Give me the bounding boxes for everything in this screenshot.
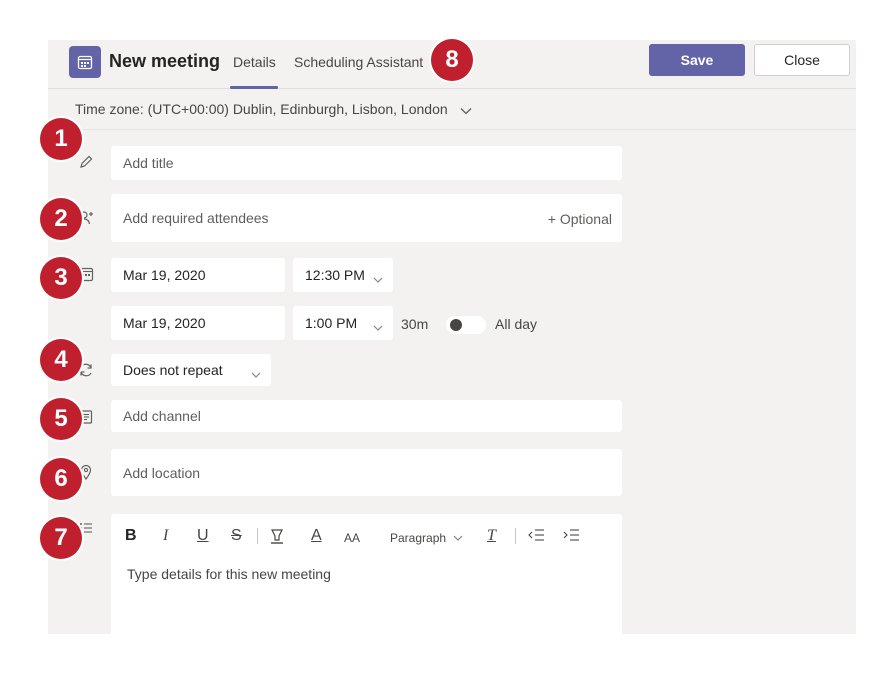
toolbar-separator <box>257 528 258 544</box>
all-day-toggle[interactable] <box>446 316 486 334</box>
italic-button[interactable]: I <box>163 526 168 546</box>
active-tab-indicator <box>230 86 278 89</box>
new-meeting-window: New meeting Details Scheduling Assistant… <box>48 40 856 634</box>
timezone-label: Time zone: (UTC+00:00) Dublin, Edinburgh… <box>75 101 448 117</box>
chevron-down-icon <box>453 535 463 541</box>
toolbar-separator <box>515 528 516 544</box>
chevron-down-icon <box>251 366 261 382</box>
strikethrough-button[interactable]: S <box>231 526 242 546</box>
start-time-value: 12:30 PM <box>305 267 365 283</box>
font-size-button[interactable]: AA <box>344 528 360 548</box>
end-date-value: Mar 19, 2020 <box>123 315 206 331</box>
optional-attendees-link[interactable]: + Optional <box>548 211 612 227</box>
repeat-value: Does not repeat <box>123 362 223 378</box>
details-editor[interactable]: B I U S A AA Paragraph T Type details fo… <box>111 514 622 634</box>
clear-formatting-button[interactable]: T <box>487 526 496 546</box>
toggle-knob <box>450 319 462 331</box>
callout-marker-8: 8 <box>431 39 473 81</box>
details-placeholder: Type details for this new meeting <box>127 566 331 582</box>
repeat-dropdown[interactable]: Does not repeat <box>111 354 271 386</box>
start-date-field[interactable]: Mar 19, 2020 <box>111 258 285 292</box>
close-button[interactable]: Close <box>754 44 850 76</box>
font-color-button[interactable]: A <box>311 526 322 546</box>
chevron-down-icon <box>373 319 383 335</box>
chevron-down-icon <box>460 101 472 119</box>
end-date-field[interactable]: Mar 19, 2020 <box>111 306 285 340</box>
underline-button[interactable]: U <box>197 526 209 546</box>
all-day-label: All day <box>495 316 538 332</box>
start-date-value: Mar 19, 2020 <box>123 267 206 283</box>
calendar-icon <box>69 46 101 78</box>
location-field[interactable] <box>111 449 622 496</box>
title-input[interactable] <box>123 155 622 171</box>
attendees-input[interactable] <box>123 210 523 226</box>
chevron-down-icon <box>373 271 383 287</box>
attendees-field[interactable]: + Optional <box>111 194 622 242</box>
callout-marker-3: 3 <box>40 257 82 299</box>
bold-button[interactable]: B <box>125 526 137 546</box>
paragraph-label: Paragraph <box>390 531 447 545</box>
callout-marker-6: 6 <box>40 458 82 500</box>
page-title: New meeting <box>109 51 221 71</box>
tab-details[interactable]: Details <box>233 53 276 71</box>
start-time-dropdown[interactable]: 12:30 PM <box>293 258 393 292</box>
duration-label: 30m <box>401 316 429 332</box>
location-input[interactable] <box>123 464 622 481</box>
timezone-selector[interactable]: Time zone: (UTC+00:00) Dublin, Edinburgh… <box>75 100 472 119</box>
callout-marker-2: 2 <box>40 198 82 240</box>
end-time-value: 1:00 PM <box>305 315 358 331</box>
increase-indent-icon[interactable] <box>562 528 580 548</box>
pencil-icon <box>76 152 96 172</box>
title-field[interactable] <box>111 146 622 180</box>
callout-marker-4: 4 <box>40 339 82 381</box>
divider <box>48 129 856 130</box>
channel-input[interactable] <box>123 408 622 424</box>
paragraph-dropdown[interactable]: Paragraph <box>390 528 463 548</box>
tab-scheduling-assistant[interactable]: Scheduling Assistant <box>294 53 423 71</box>
callout-marker-1: 1 <box>40 118 82 160</box>
end-time-dropdown[interactable]: 1:00 PM <box>293 306 393 340</box>
channel-field[interactable] <box>111 400 622 432</box>
save-button[interactable]: Save <box>649 44 745 76</box>
callout-marker-5: 5 <box>40 398 82 440</box>
decrease-indent-icon[interactable] <box>527 528 545 548</box>
callout-marker-7: 7 <box>40 517 82 559</box>
highlight-icon[interactable] <box>269 527 285 551</box>
